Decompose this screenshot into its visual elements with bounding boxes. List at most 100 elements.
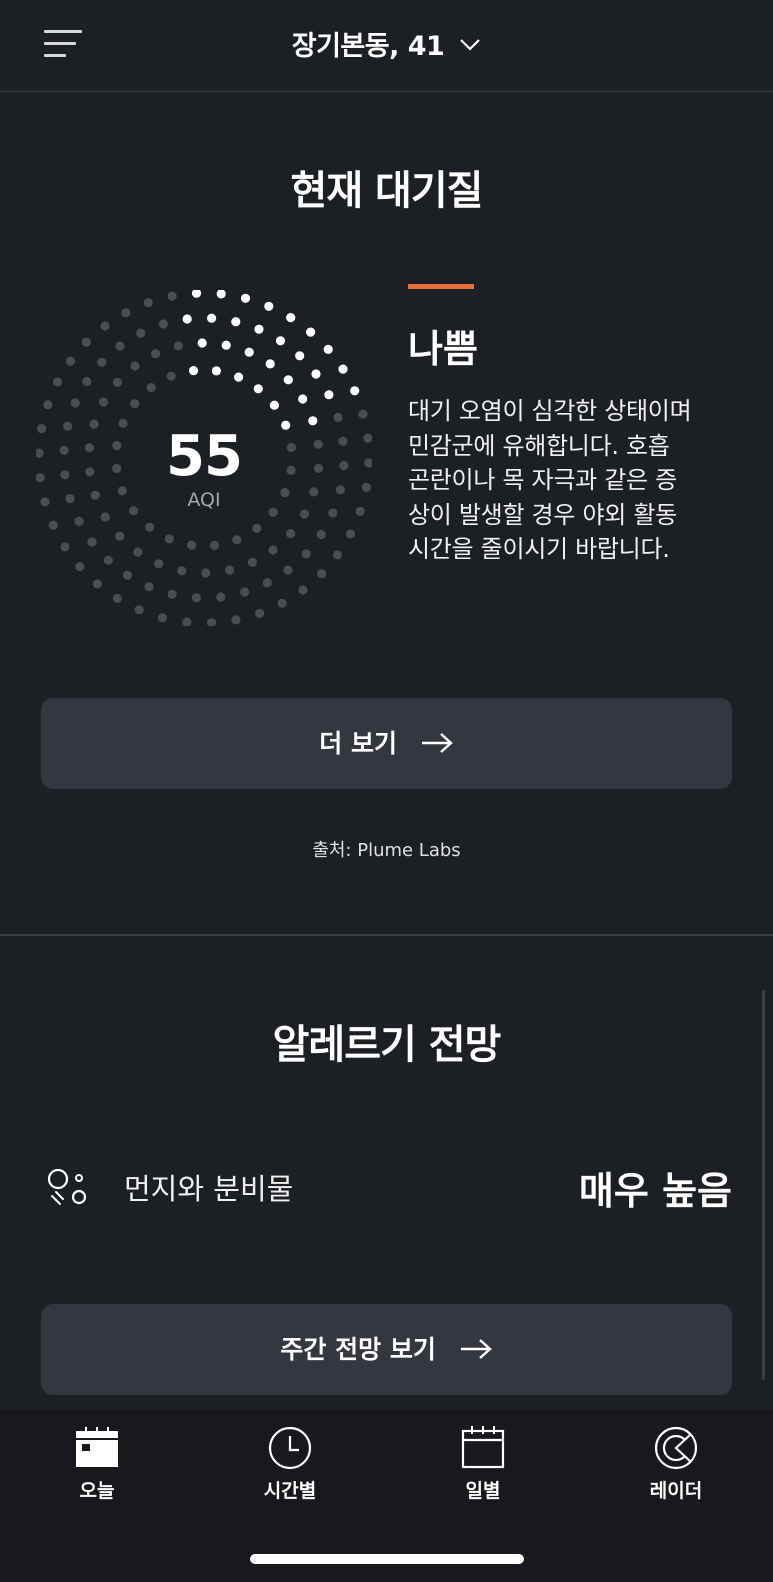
aqi-ring-dot	[130, 361, 140, 371]
aqi-ring-dot	[81, 337, 91, 347]
tab-hourly[interactable]: 시간별	[230, 1424, 350, 1503]
aqi-ring-dot	[157, 613, 168, 623]
aqi-ring-dot	[277, 598, 287, 608]
aqi-ring-dot-active	[253, 384, 263, 394]
aqi-ring-dot	[100, 512, 110, 522]
aqi-ring-dot-active	[275, 336, 286, 346]
aqi-ring-dot	[283, 565, 293, 575]
location-selector[interactable]: 장기본동, 41	[0, 24, 773, 63]
aqi-ring-dot	[268, 545, 278, 555]
aqi-ring-dot	[317, 569, 327, 579]
aqi-ring-dot-active	[265, 359, 275, 369]
air-quality-title: 현재 대기질	[290, 168, 484, 214]
aqi-ring-dot	[143, 298, 153, 308]
aqi-ring-dot	[286, 529, 296, 539]
more-button-label: 더 보기	[319, 729, 397, 758]
weekly-outlook-label: 주간 전망 보기	[280, 1335, 436, 1364]
aqi-ring-dot-active	[211, 366, 221, 376]
aqi-ring-dot	[112, 377, 122, 387]
aqi-ring-dot	[206, 618, 217, 626]
aqi-ring-dot-active	[254, 324, 264, 334]
aqi-ring-dot	[100, 321, 110, 331]
aqi-ring-dot-active	[221, 340, 231, 350]
home-indicator[interactable]	[250, 1554, 524, 1564]
aqi-ring-dot	[52, 377, 63, 387]
aqi-ring-dot-active	[298, 394, 308, 404]
aqi-ring-dot	[166, 371, 176, 381]
allergy-item-label: 먼지와 분비물	[124, 1172, 294, 1206]
more-button[interactable]: 더 보기	[41, 698, 732, 789]
aqi-ring-dot	[98, 397, 109, 407]
aqi-ring-dot	[74, 516, 84, 526]
aqi-ring-dot-active	[191, 290, 202, 298]
tab-radar[interactable]: 레이더	[616, 1424, 736, 1503]
aqi-ring-dot	[225, 565, 235, 575]
aqi-ring-dot	[187, 540, 197, 550]
aqi-ring-dot	[345, 529, 356, 539]
tab-label: 일별	[465, 1480, 501, 1502]
aqi-ring-dot-active	[182, 314, 192, 324]
aqi-ring-dot	[121, 308, 131, 318]
aqi-ring-dot	[182, 617, 192, 626]
aqi-ring-dot	[216, 592, 226, 602]
aqi-ring-dot	[232, 535, 242, 545]
location-name: 장기본동, 41	[291, 31, 445, 62]
aqi-ring-dot	[145, 522, 155, 532]
aqi-ring-dot	[154, 559, 164, 569]
allergy-item-value: 매우 높음	[578, 1169, 732, 1213]
section-divider	[0, 934, 773, 936]
aqi-ring-dot-active	[264, 301, 274, 311]
aqi-ring-dot	[177, 566, 187, 576]
aqi-ring-dot-active	[323, 344, 333, 354]
calendar-icon	[461, 1426, 505, 1469]
tab-daily[interactable]: 일별	[423, 1424, 543, 1503]
dust-dander-icon	[47, 1168, 87, 1205]
aqi-ring-dot	[167, 291, 177, 301]
aqi-ring-dot	[134, 605, 144, 615]
aqi-ring-dot	[173, 341, 183, 351]
aqi-ring-dot-active	[286, 313, 296, 323]
aqi-ring-dot	[167, 589, 177, 599]
aqi-ring-dot	[144, 582, 154, 592]
aqi-unit: AQI	[187, 489, 221, 511]
radar-icon	[654, 1426, 698, 1470]
clock-icon	[268, 1426, 312, 1470]
weekly-outlook-button[interactable]: 주간 전망 보기	[41, 1304, 732, 1395]
aqi-ring-dot	[301, 549, 311, 559]
aqi-ring-dot-active	[216, 290, 226, 299]
tab-label: 레이더	[649, 1480, 703, 1502]
aqi-ring-dot	[164, 534, 174, 544]
aqi-level-bar	[408, 284, 474, 289]
aqi-ring-dot-active	[324, 390, 334, 400]
aqi-ring-dot	[247, 557, 257, 567]
aqi-ring-dot	[82, 376, 92, 387]
aqi-ring-dot	[115, 341, 125, 351]
aqi-ring-dot	[103, 555, 113, 565]
aqi-ring-dot	[130, 399, 140, 409]
tab-today[interactable]: 오늘	[37, 1424, 157, 1503]
aqi-ring-dot	[240, 587, 250, 597]
aqi-ring-dot	[316, 529, 326, 540]
aqi-ring-dot	[115, 531, 125, 541]
aqi-ring-dot-active	[338, 364, 348, 374]
aqi-level-label: 나쁨	[408, 327, 478, 371]
aqi-ring-dot	[151, 349, 161, 359]
aqi-ring-dot	[60, 542, 70, 552]
aqi-ring-dot-active	[269, 400, 279, 410]
aqi-ring-dot-active	[234, 372, 244, 382]
aqi-ring-dot	[122, 570, 133, 580]
aqi-description: 대기 오염이 심각한 상태이며 민감군에 유해합니다. 호흡 곤란이나 목 자극…	[408, 397, 692, 563]
aqi-ring-dot	[252, 523, 262, 533]
calendar-today-icon	[76, 1427, 118, 1467]
aqi-ring-dot	[358, 409, 368, 419]
aqi-ring-dot	[158, 319, 168, 329]
aqi-ring-dot	[133, 547, 143, 557]
aqi-ring-dot	[231, 615, 241, 625]
aqi-ring-dot-active	[350, 386, 360, 396]
tab-label: 시간별	[263, 1480, 317, 1502]
aqi-ring-dot	[146, 383, 156, 393]
aqi-ring-dot	[87, 537, 97, 547]
aqi-ring-dot	[75, 562, 85, 572]
aqi-ring-dot	[43, 400, 53, 410]
aqi-ring-dot	[262, 578, 272, 588]
